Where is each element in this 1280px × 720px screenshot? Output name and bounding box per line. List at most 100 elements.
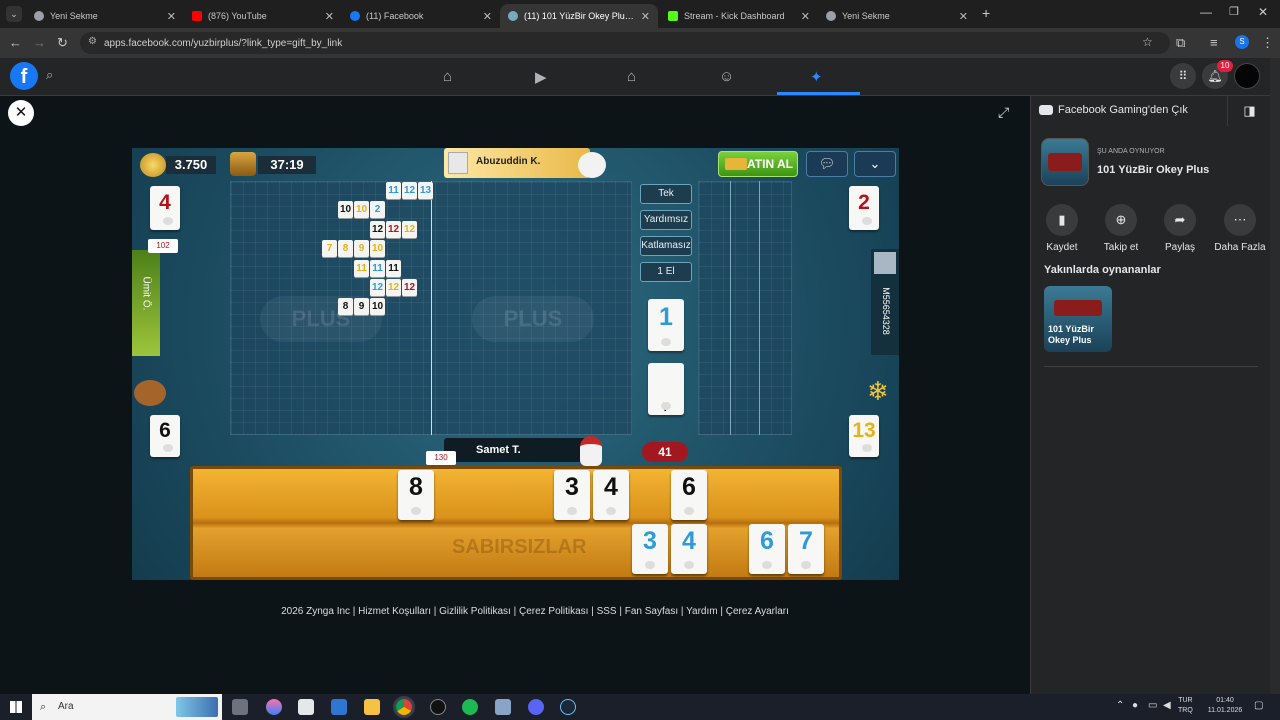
minimize-button[interactable]: — bbox=[1200, 5, 1212, 19]
close-tab-icon[interactable]: ✕ bbox=[325, 10, 334, 23]
close-game-button[interactable]: ✕ bbox=[8, 100, 34, 126]
back-icon[interactable]: ← bbox=[9, 35, 22, 50]
chat-button[interactable]: 💬︎ bbox=[806, 151, 848, 177]
share-action[interactable]: ➦ Paylaş bbox=[1152, 204, 1208, 253]
mic-icon[interactable]: ● bbox=[1132, 700, 1138, 711]
task-view-icon[interactable] bbox=[232, 699, 248, 715]
windows-start-icon[interactable] bbox=[10, 701, 22, 713]
app-icon[interactable] bbox=[430, 699, 446, 715]
rack-tile[interactable]: 7 bbox=[788, 524, 824, 574]
discord-icon[interactable] bbox=[528, 699, 544, 715]
meld-tile: 12 bbox=[402, 279, 417, 296]
close-tab-icon[interactable]: ✕ bbox=[641, 10, 650, 23]
close-tab-icon[interactable]: ✕ bbox=[801, 10, 810, 23]
mail-icon[interactable] bbox=[331, 699, 347, 715]
bottom-player-plate[interactable]: Samet T. bbox=[444, 438, 594, 462]
buy-button[interactable]: SATIN AL bbox=[718, 151, 798, 177]
search-highlight-image bbox=[176, 697, 218, 717]
bottom-player-points: 130 bbox=[426, 451, 456, 465]
menu-grid-icon[interactable]: ⠿ bbox=[1170, 63, 1196, 89]
now-playing-thumbnail[interactable] bbox=[1041, 138, 1089, 186]
fullscreen-icon[interactable]: ⤢ bbox=[998, 104, 1009, 121]
sidebar-divider bbox=[1044, 366, 1258, 367]
panel-toggle-icon[interactable]: ◨ bbox=[1227, 96, 1271, 126]
clock[interactable]: 01:40 11.01.2026 bbox=[1202, 696, 1248, 716]
groups-icon[interactable]: ☺ bbox=[719, 68, 734, 85]
steam-icon[interactable] bbox=[560, 699, 576, 715]
volume-icon[interactable]: ◀ bbox=[1163, 700, 1171, 711]
spotify-icon[interactable] bbox=[462, 699, 478, 715]
tab-facebook[interactable]: (11) Facebook ✕ bbox=[342, 4, 500, 28]
tab-okey-plus[interactable]: (11) 101 YüzBir Okey Plus | Face✕ bbox=[500, 4, 658, 28]
left-discard-tile[interactable]: 6 bbox=[150, 415, 180, 457]
restore-button[interactable]: ❐ bbox=[1229, 5, 1239, 18]
home-icon[interactable]: ⌂ bbox=[443, 68, 452, 85]
tab-youtube[interactable]: (876) YouTube ✕ bbox=[184, 4, 342, 28]
deck-count: 7 bbox=[662, 400, 670, 414]
right-player-name: M55654328 bbox=[881, 287, 891, 335]
bookmark-star-icon[interactable]: ☆ bbox=[1142, 35, 1153, 49]
rack-tile[interactable]: 8 bbox=[398, 470, 434, 520]
chrome-taskbar-icon[interactable] bbox=[396, 699, 412, 715]
share-icon: ➦ bbox=[1164, 204, 1196, 236]
deck-pile[interactable]: 7 bbox=[648, 363, 684, 415]
site-info-icon[interactable]: ⚙ bbox=[88, 36, 97, 47]
video-icon[interactable]: ▶ bbox=[535, 68, 547, 86]
dropdown-button[interactable]: ⌄ bbox=[854, 151, 896, 177]
rack-tile[interactable]: 4 bbox=[593, 470, 629, 520]
top-player-plate[interactable]: Abuzuddin K. bbox=[444, 148, 590, 178]
new-tab-button[interactable]: + bbox=[982, 5, 990, 21]
tab-kick[interactable]: Stream - Kick Dashboard ✕ bbox=[660, 4, 818, 28]
notification-badge: 10 bbox=[1217, 60, 1233, 72]
copilot-icon[interactable] bbox=[266, 699, 282, 715]
rack-tile[interactable]: 3 bbox=[632, 524, 668, 574]
marketplace-icon[interactable]: ⌂ bbox=[627, 68, 636, 85]
network-icon[interactable]: ▭ bbox=[1148, 700, 1157, 711]
close-window-button[interactable]: ✕ bbox=[1258, 5, 1268, 19]
url-input[interactable]: ⚙ apps.facebook.com/yuzbirplus/?link_typ… bbox=[80, 32, 1170, 54]
follow-icon: ⊕ bbox=[1105, 204, 1137, 236]
language-indicator[interactable]: TUR TRQ bbox=[1178, 696, 1193, 716]
mode-single: Tek bbox=[640, 184, 692, 204]
meld-tile: 10 bbox=[370, 240, 385, 257]
rack-tile[interactable]: 4 bbox=[671, 524, 707, 574]
more-action[interactable]: ⋯ Daha Fazla bbox=[1212, 204, 1268, 253]
chrome-menu-icon[interactable]: ⋮ bbox=[1261, 35, 1274, 51]
tray-chevron-icon[interactable]: ⌃ bbox=[1116, 700, 1124, 711]
forward-icon[interactable]: → bbox=[33, 35, 46, 50]
close-tab-icon[interactable]: ✕ bbox=[959, 10, 968, 23]
footer-links[interactable]: 2026 Zynga Inc | Hizmet Koşulları | Gizl… bbox=[270, 606, 800, 617]
okey-game-canvas[interactable]: 3.750 37:19 Abuzuddin K. SATIN AL 💬︎ ⌄ 4… bbox=[132, 148, 899, 580]
exit-gaming-button[interactable]: Facebook Gaming'den Çık bbox=[1039, 104, 1188, 116]
facebook-logo-icon[interactable]: f bbox=[10, 62, 38, 90]
rack-tile[interactable]: 3 bbox=[554, 470, 590, 520]
search-icon[interactable]: ⌕ bbox=[46, 67, 66, 87]
right-discard-tile[interactable]: 13 bbox=[849, 415, 879, 457]
profile-avatar[interactable]: S bbox=[1235, 35, 1249, 49]
gaming-icon[interactable]: ✦ bbox=[810, 68, 823, 86]
tab-new-tab-1[interactable]: Yeni Sekme ✕ bbox=[26, 4, 184, 28]
app2-icon[interactable] bbox=[495, 699, 511, 715]
recent-game-card[interactable]: 101 YüzBir Okey Plus bbox=[1044, 286, 1112, 352]
account-avatar[interactable] bbox=[1234, 63, 1260, 89]
explorer-icon[interactable] bbox=[364, 699, 380, 715]
tab-list-button[interactable]: ⌄ bbox=[6, 6, 22, 22]
page-scrollbar[interactable] bbox=[1270, 58, 1280, 694]
tab-new-tab-2[interactable]: Yeni Sekme ✕ bbox=[818, 4, 976, 28]
rack-tile[interactable]: 6 bbox=[671, 470, 707, 520]
media-icon[interactable]: ≡ bbox=[1210, 35, 1218, 50]
facebook-top-nav: f ⌕ ⌂ ▶ ⌂ ☺ ✦ ⠿ 🔔︎ 10 bbox=[0, 58, 1280, 96]
center-discard-tile[interactable]: 1 bbox=[648, 299, 684, 351]
rack-tile[interactable]: 6 bbox=[749, 524, 785, 574]
tile-rack[interactable] bbox=[190, 466, 842, 580]
store-icon[interactable] bbox=[298, 699, 314, 715]
taskbar-search-input[interactable]: ⌕ Ara bbox=[32, 694, 222, 720]
notification-center-icon[interactable]: ▢ bbox=[1254, 700, 1263, 711]
close-tab-icon[interactable]: ✕ bbox=[483, 10, 492, 23]
save-action[interactable]: ▮ Kaydet bbox=[1034, 204, 1090, 253]
extensions-icon[interactable]: ⧉ bbox=[1176, 35, 1185, 51]
close-tab-icon[interactable]: ✕ bbox=[167, 10, 176, 23]
now-playing-title[interactable]: 101 YüzBir Okey Plus bbox=[1097, 164, 1209, 176]
follow-action[interactable]: ⊕ Takip et bbox=[1093, 204, 1149, 253]
reload-icon[interactable]: ↻ bbox=[57, 35, 68, 51]
